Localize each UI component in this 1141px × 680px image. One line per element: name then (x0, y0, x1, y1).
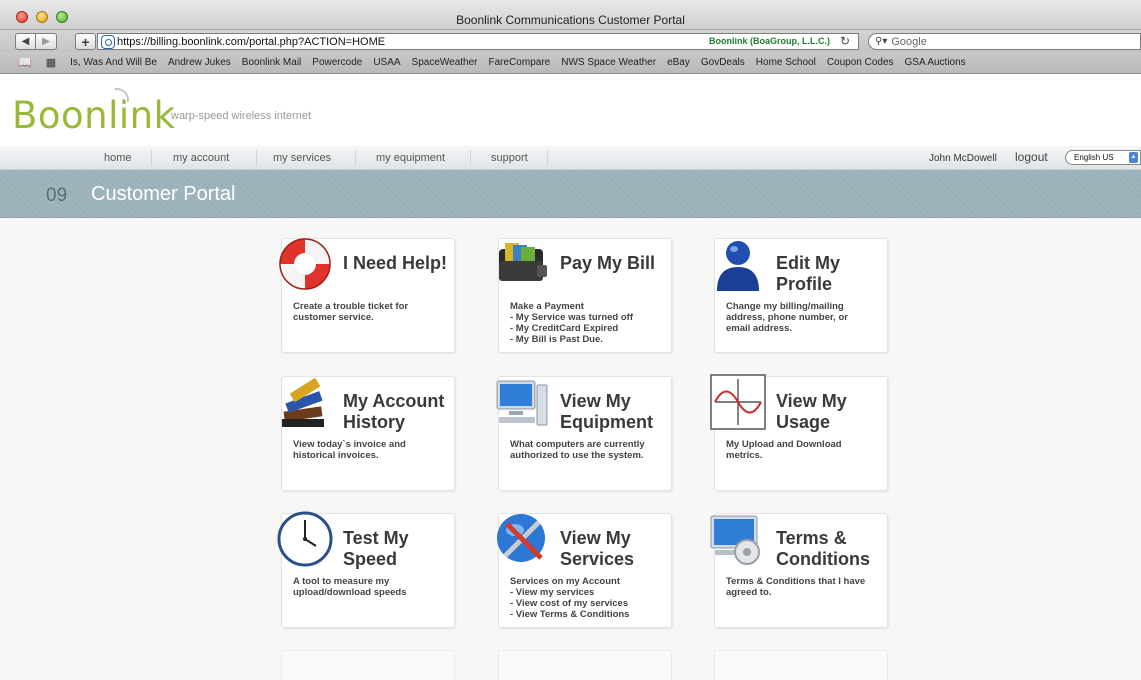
tools-globe-icon (497, 514, 545, 562)
person-icon (717, 241, 759, 291)
site-logo[interactable]: Boonlink (12, 94, 176, 137)
search-placeholder: Google (891, 35, 927, 48)
tile-edit-profile[interactable]: Edit My Profile Change my billing/mailin… (714, 238, 888, 353)
tile-view-services[interactable]: View My Services Services on my Account … (497, 513, 672, 628)
bookmark-item[interactable]: USAA (373, 57, 400, 68)
bookmark-item[interactable]: Andrew Jukes (168, 57, 231, 68)
bookmark-item[interactable]: Is, Was And Will Be (70, 57, 157, 68)
bookmark-item[interactable]: Home School (756, 57, 816, 68)
search-field[interactable]: ⚲▾ Google (868, 33, 1141, 50)
page-title: Customer Portal (91, 183, 236, 205)
bookmark-item[interactable]: Powercode (312, 57, 362, 68)
bookmark-item[interactable]: NWS Space Weather (561, 57, 656, 68)
window-title: Boonlink Communications Customer Portal (456, 13, 685, 27)
bookmark-item[interactable]: FareCompare (489, 57, 551, 68)
back-button[interactable]: ◀ (15, 33, 36, 50)
site-tagline: warp-speed wireless internet (171, 110, 312, 122)
tile-description: Make a Payment - My Service was turned o… (510, 301, 634, 345)
search-icon: ⚲▾ (875, 36, 888, 47)
language-value: English US (1074, 153, 1114, 162)
tile-title: Edit My Profile (776, 253, 841, 294)
wireless-waves-icon (115, 88, 129, 102)
tile-description: Create a trouble ticket for customer ser… (293, 301, 409, 323)
bookmark-item[interactable]: Coupon Codes (827, 57, 894, 68)
address-toolbar: ◀ ▶ + https://billing.boonlink.com/porta… (0, 30, 1141, 52)
tile-description: A tool to measure my upload/download spe… (293, 576, 407, 598)
tile-description: Terms & Conditions that I have agreed to… (726, 576, 866, 598)
logout-link[interactable]: logout (1015, 150, 1048, 164)
nav-my-equipment[interactable]: my equipment (376, 152, 445, 164)
nav-my-account[interactable]: my account (173, 152, 229, 164)
user-name: John McDowell (929, 153, 997, 164)
certificate-label[interactable]: Boonlink (BoaGroup, L.L.C.) (709, 36, 830, 46)
tile-test-speed[interactable]: Test My Speed A tool to measure my uploa… (277, 511, 455, 628)
nav-divider (547, 150, 548, 166)
tile-title: Test My Speed (343, 528, 409, 569)
nav-support[interactable]: support (491, 152, 528, 164)
select-arrows-icon: ▲ (1129, 152, 1138, 163)
tile-description: My Upload and Download metrics. (726, 439, 842, 461)
tile-pay-bill[interactable]: Pay My Bill Make a Payment - My Service … (498, 238, 672, 353)
sine-graph-icon (710, 374, 766, 430)
tile-description: What computers are currently authorized … (510, 439, 645, 461)
bookmark-item[interactable]: SpaceWeather (412, 57, 478, 68)
language-select[interactable]: English US ▲ (1065, 150, 1141, 165)
tile-need-help[interactable]: I Need Help! Create a trouble ticket for… (279, 238, 455, 353)
top-sites-icon[interactable]: ▦ (46, 56, 56, 69)
books-icon (282, 377, 324, 427)
tile-placeholder (281, 650, 455, 680)
bookmark-item[interactable]: GovDeals (701, 57, 745, 68)
bookmarks-bar: 📖 ▦ Is, Was And Will Be Andrew Jukes Boo… (0, 52, 1141, 74)
tile-title: I Need Help! (343, 253, 448, 273)
nav-home[interactable]: home (104, 152, 132, 164)
forward-button[interactable]: ▶ (36, 33, 57, 50)
tile-account-history[interactable]: My Account History View today`s invoice … (281, 376, 455, 491)
tile-title: My Account History (343, 391, 445, 432)
computer-icon (496, 380, 548, 426)
tile-view-usage[interactable]: View My Usage My Upload and Download met… (710, 374, 888, 491)
tile-placeholder (498, 650, 672, 680)
bookmark-item[interactable]: eBay (667, 57, 690, 68)
url-text: https://billing.boonlink.com/portal.php?… (117, 35, 386, 48)
nav-divider (470, 150, 471, 166)
tile-description: View today`s invoice and historical invo… (293, 439, 406, 461)
tile-view-equipment[interactable]: View My Equipment What computers are cur… (496, 376, 672, 491)
lifebuoy-icon (279, 238, 331, 290)
tile-description: Services on my Account - View my service… (510, 576, 630, 620)
nav-divider (151, 150, 152, 166)
reload-icon[interactable]: ↻ (840, 34, 850, 48)
reading-list-icon[interactable]: 📖 (18, 56, 32, 69)
bookmark-item[interactable]: Boonlink Mail (242, 57, 301, 68)
add-bookmark-button[interactable]: + (75, 33, 96, 50)
clock-icon (277, 511, 333, 567)
nav-divider (355, 150, 356, 166)
wallet-icon (499, 243, 547, 281)
banner-number: 09 (46, 185, 68, 206)
tile-terms[interactable]: Terms & Conditions Terms & Conditions th… (710, 513, 888, 628)
tile-placeholder (714, 650, 888, 680)
tile-title: View My Usage (776, 391, 847, 432)
monitor-gear-icon (710, 515, 760, 565)
site-favicon-icon (101, 34, 115, 49)
nav-divider (256, 150, 257, 166)
site-nav: home my account my services my equipment… (0, 146, 1141, 170)
bookmark-item[interactable]: GSA Auctions (905, 57, 966, 68)
tile-title: Pay My Bill (560, 253, 656, 273)
window-title-bar: Boonlink Communications Customer Portal (0, 0, 1141, 30)
site-header: Boonlink warp-speed wireless internet (0, 74, 1141, 146)
page-banner: 09 Customer Portal (0, 170, 1141, 218)
tile-title: View My Services (560, 528, 635, 569)
page-content: Boonlink warp-speed wireless internet ho… (0, 74, 1141, 680)
nav-my-services[interactable]: my services (273, 152, 331, 164)
tile-title: Terms & Conditions (776, 528, 870, 569)
tile-description: Change my billing/mailing address, phone… (726, 301, 848, 334)
url-field[interactable]: https://billing.boonlink.com/portal.php?… (97, 33, 859, 50)
tile-title: View My Equipment (560, 391, 653, 432)
